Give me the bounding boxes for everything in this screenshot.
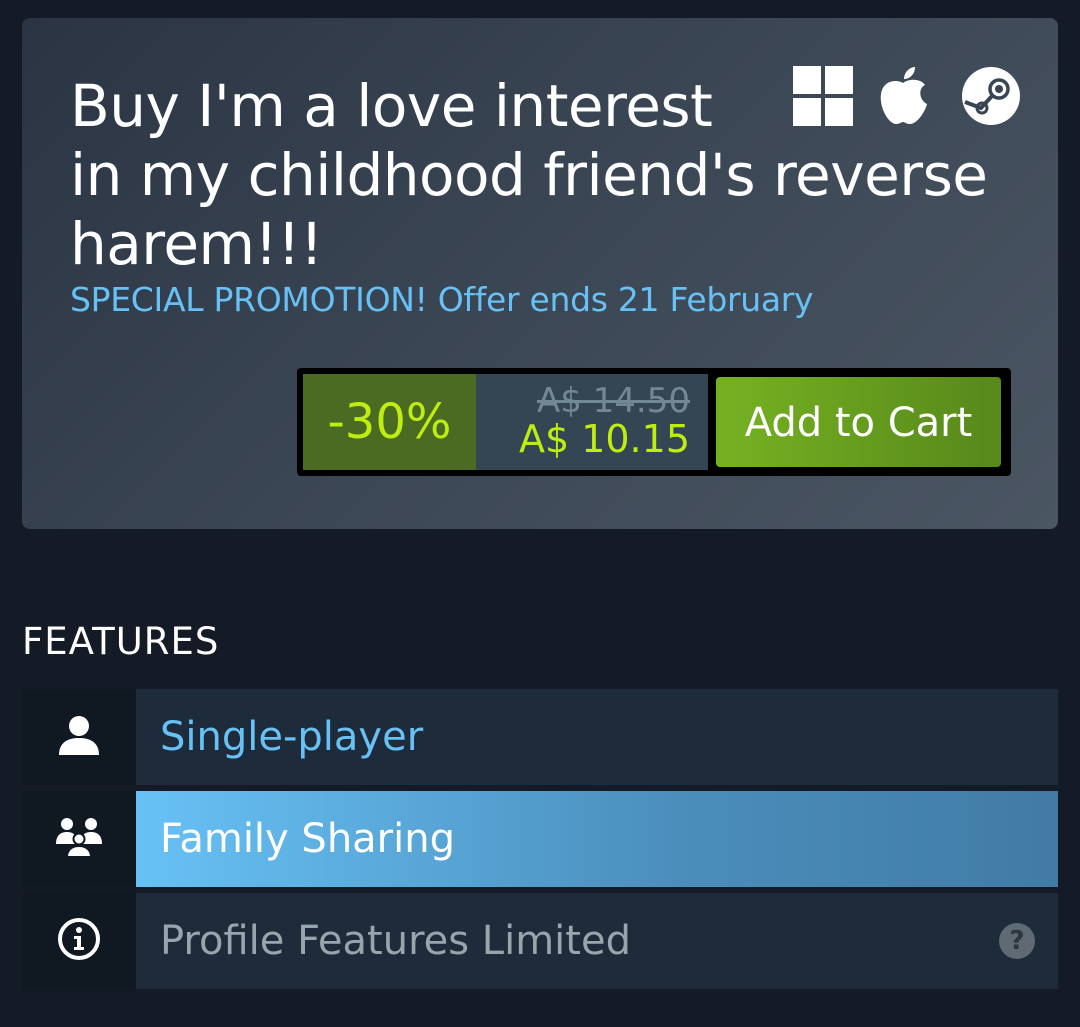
feature-single-player[interactable]: Single-player [22,689,1058,785]
feature-label-cell: Single-player [136,689,1058,785]
purchase-panel: Buy I'm a love interest in my childhood … [22,18,1058,529]
feature-label: Family Sharing [160,816,455,862]
feature-label-cell: Family Sharing [136,791,1058,887]
feature-label: Profile Features Limited [160,918,631,964]
price-block: -30% A$ 14.50 A$ 10.15 Add to Cart [297,368,1011,476]
feature-icon-cell [22,791,136,887]
feature-icon-cell [22,893,136,989]
feature-label-cell: Profile Features Limited ? [136,893,1058,989]
game-title: Buy I'm a love interest in my childhood … [70,72,988,279]
add-to-cart-label: Add to Cart [744,400,973,446]
family-sharing-icon [56,817,102,862]
apple-icon [877,66,937,126]
discount-percentage: -30% [303,374,476,470]
original-price: A$ 14.50 [536,381,690,421]
feature-icon-cell [22,689,136,785]
features-heading: FEATURES [22,620,220,663]
windows-icon [793,66,853,126]
add-to-cart-button[interactable]: Add to Cart [716,377,1001,467]
platform-icons [793,66,1021,126]
feature-family-sharing[interactable]: Family Sharing [22,791,1058,887]
single-player-icon [57,715,101,760]
feature-label: Single-player [160,714,424,760]
discount-prices: A$ 14.50 A$ 10.15 [476,374,708,470]
steam-icon [961,66,1021,126]
info-icon [57,917,101,966]
final-price: A$ 10.15 [518,417,690,461]
title-line: Buy I'm a love interest [70,72,713,140]
feature-profile-features-limited[interactable]: Profile Features Limited ? [22,893,1058,989]
title-line: harem!!! [70,210,323,278]
title-line: in my childhood friend's reverse [70,141,988,209]
promo-text: SPECIAL PROMOTION! Offer ends 21 Februar… [70,280,814,319]
help-icon[interactable]: ? [999,923,1035,959]
